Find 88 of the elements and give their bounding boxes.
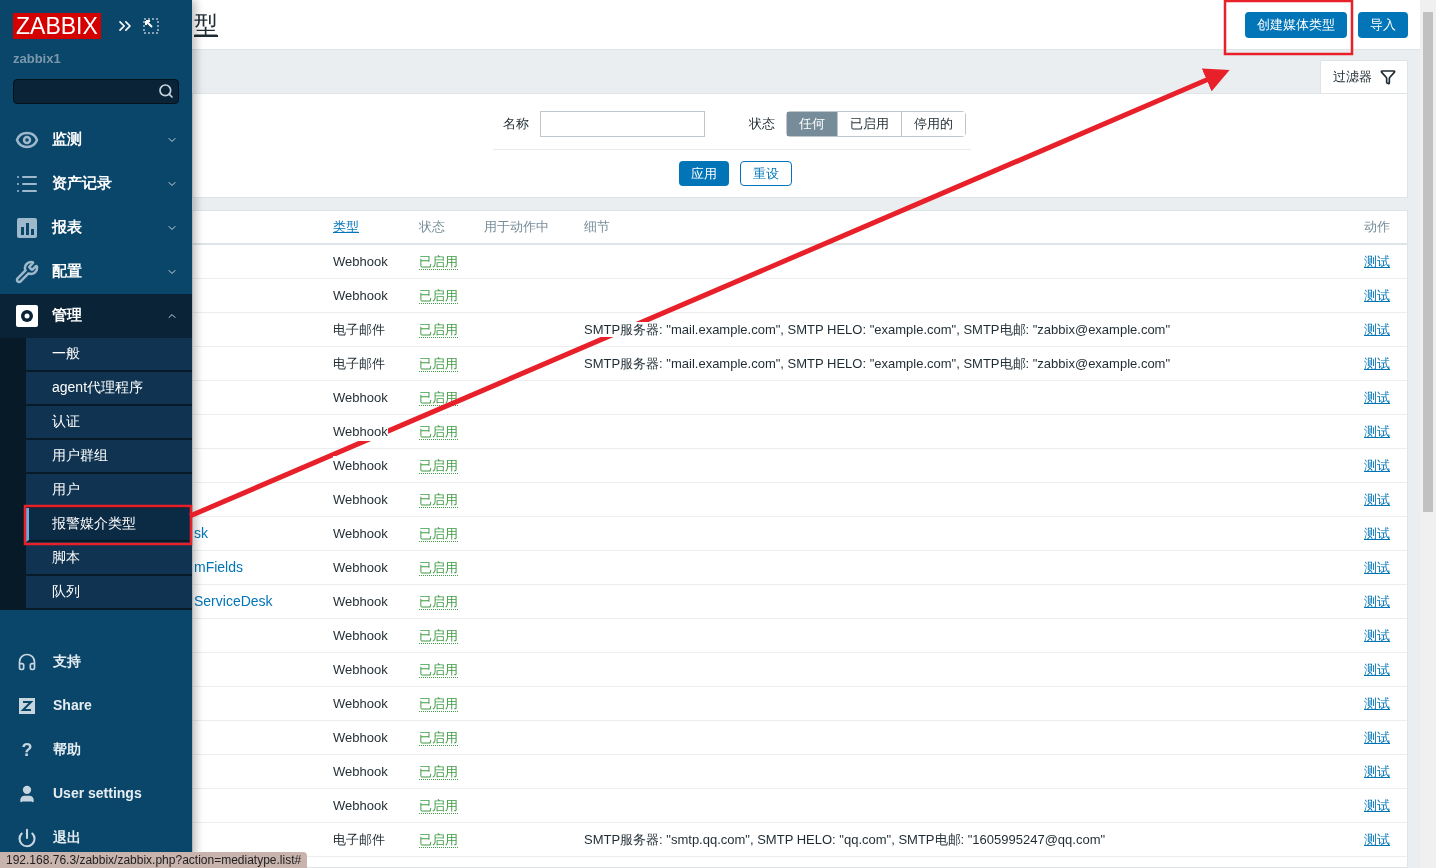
test-link[interactable]: 测试 — [1364, 287, 1390, 303]
test-link[interactable]: 测试 — [1364, 797, 1390, 813]
status-label: 状态 — [749, 115, 775, 134]
apply-button[interactable]: 应用 — [679, 161, 729, 186]
status-link[interactable]: 已启用 — [419, 831, 458, 848]
footer-menu-item[interactable]: User settings — [0, 781, 192, 806]
wrench-icon — [15, 259, 39, 284]
test-link[interactable]: 测试 — [1364, 525, 1390, 541]
test-link[interactable]: 测试 — [1364, 661, 1390, 677]
status-option[interactable]: 停用的 — [901, 112, 965, 136]
test-link[interactable]: 测试 — [1364, 729, 1390, 745]
status-link[interactable]: 已启用 — [419, 559, 458, 576]
status-link[interactable]: 已启用 — [419, 763, 458, 780]
status-link[interactable]: 已启用 — [419, 729, 458, 746]
media-type-link[interactable]: mFields — [193, 559, 243, 575]
status-link[interactable]: 已启用 — [419, 525, 458, 542]
footer-menu-item[interactable]: Share — [0, 693, 192, 718]
footer-menu-item[interactable]: 退出 — [0, 825, 192, 850]
media-type-link[interactable]: ServiceDesk — [193, 593, 273, 609]
test-link[interactable]: 测试 — [1364, 695, 1390, 711]
menu-item[interactable]: 管理 — [0, 293, 192, 338]
search-icon — [158, 83, 174, 99]
status-link[interactable]: 已启用 — [419, 287, 458, 304]
submenu-item[interactable]: 一般 — [26, 337, 192, 372]
column-header: 用于动作中 — [484, 219, 549, 235]
page-title: 型 — [194, 9, 218, 40]
details-cell: SMTP服务器: "mail.example.com", SMTP HELO: "example.com", SMTP电邮: "zabbix@example.com" — [584, 355, 1171, 371]
footer-menu-item[interactable]: ? 帮助 — [0, 737, 192, 762]
status-link[interactable]: 已启用 — [419, 423, 458, 440]
status-link[interactable]: 已启用 — [419, 661, 458, 678]
test-link[interactable]: 测试 — [1364, 423, 1390, 439]
status-link[interactable]: 已启用 — [419, 253, 458, 270]
menu-item[interactable]: 监测 — [0, 117, 192, 162]
status-link[interactable]: 已启用 — [419, 593, 458, 610]
filter-icon — [1379, 69, 1396, 85]
import-button[interactable]: 导入 — [1358, 12, 1408, 38]
test-link[interactable]: 测试 — [1364, 559, 1390, 575]
test-link[interactable]: 测试 — [1364, 831, 1390, 847]
status-link[interactable]: 已启用 — [419, 457, 458, 474]
status-link[interactable]: 已启用 — [419, 627, 458, 644]
z-logo-icon — [17, 695, 37, 716]
create-button[interactable]: 创建媒体类型 — [1245, 12, 1347, 38]
submenu-item[interactable]: 队列 — [26, 575, 192, 610]
filter-tab[interactable]: 过滤器 — [1320, 60, 1408, 93]
user-icon — [17, 783, 37, 804]
reset-button[interactable]: 重设 — [740, 161, 792, 186]
test-link[interactable]: 测试 — [1364, 763, 1390, 779]
column-header: 细节 — [584, 219, 610, 235]
column-header: 状态 — [419, 219, 445, 235]
test-link[interactable]: 测试 — [1364, 627, 1390, 643]
status-link[interactable]: 已启用 — [419, 321, 458, 338]
bar-chart-icon — [15, 215, 39, 240]
menu-item[interactable]: 报表 — [0, 205, 192, 250]
details-cell: SMTP服务器: "smtp.qq.com", SMTP HELO: "qq.com", SMTP电邮: "1605995247@qq.com" — [584, 831, 1106, 847]
scrollbar[interactable] — [1420, 0, 1436, 868]
menu-item[interactable]: 资产记录 — [0, 161, 192, 206]
media-type-link[interactable]: sk — [193, 525, 208, 541]
name-field[interactable] — [540, 111, 705, 137]
submenu-item[interactable]: 报警媒介类型 — [26, 507, 192, 542]
test-link[interactable]: 测试 — [1364, 355, 1390, 371]
status-link[interactable]: 已启用 — [419, 491, 458, 508]
power-icon — [17, 827, 37, 848]
test-link[interactable]: 测试 — [1364, 389, 1390, 405]
test-link[interactable]: 测试 — [1364, 253, 1390, 269]
column-header[interactable]: 类型 — [333, 219, 359, 235]
test-link[interactable]: 测试 — [1364, 457, 1390, 473]
headset-icon — [17, 651, 37, 672]
status-link[interactable]: 已启用 — [419, 797, 458, 814]
status-link[interactable]: 已启用 — [419, 695, 458, 712]
test-link[interactable]: 测试 — [1364, 593, 1390, 609]
menu-item[interactable]: 配置 — [0, 249, 192, 294]
submenu-item[interactable]: 用户群组 — [26, 439, 192, 474]
status-bar: 192.168.76.3/zabbix/zabbix.php?action=mediatype.list# — [0, 852, 308, 868]
status-link[interactable]: 已启用 — [419, 355, 458, 372]
name-label: 名称 — [503, 115, 529, 134]
logo[interactable]: ZABBIX — [13, 13, 101, 39]
test-link[interactable]: 测试 — [1364, 491, 1390, 507]
search-field[interactable] — [13, 78, 179, 104]
submenu-item[interactable]: 认证 — [26, 405, 192, 440]
submenu-item[interactable]: agent代理程序 — [26, 371, 192, 406]
status-option[interactable]: 任何 — [787, 112, 837, 136]
column-header: 动作 — [1364, 219, 1390, 235]
test-link[interactable]: 测试 — [1364, 321, 1390, 337]
help-icon: ? — [17, 735, 37, 764]
footer-menu-item[interactable]: 支持 — [0, 649, 192, 674]
server-name: zabbix1 — [12, 50, 62, 68]
details-cell: SMTP服务器: "mail.example.com", SMTP HELO: "example.com", SMTP电邮: "zabbix@example.com" — [584, 321, 1171, 337]
collapse-icon[interactable] — [142, 18, 159, 34]
